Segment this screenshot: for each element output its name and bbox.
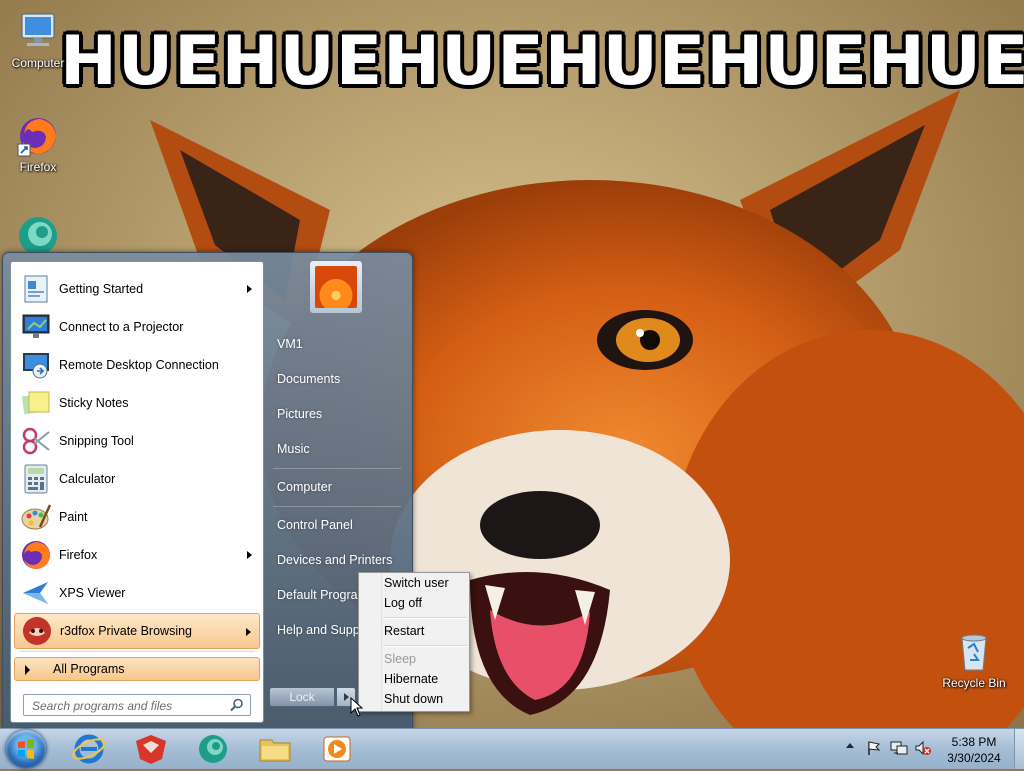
desktop-icon-firefox[interactable]: Firefox <box>2 114 74 174</box>
program-label: Calculator <box>59 472 116 486</box>
power-options-menu: Switch user Log off Restart Sleep Hibern… <box>358 572 470 712</box>
right-item-documents[interactable]: Documents <box>277 372 340 386</box>
right-item-control-panel[interactable]: Control Panel <box>277 518 353 532</box>
mouse-pointer-icon <box>350 696 364 717</box>
right-item-devices-printers[interactable]: Devices and Printers <box>277 553 392 567</box>
program-sticky-notes[interactable]: Sticky Notes <box>14 385 260 421</box>
desktop-icon-label: Firefox <box>19 160 57 174</box>
right-item-user[interactable]: VM1 <box>277 337 303 351</box>
program-label: Firefox <box>59 548 98 562</box>
search-input[interactable] <box>30 696 224 716</box>
lock-button[interactable]: Lock <box>269 687 335 707</box>
search-box[interactable] <box>23 694 251 716</box>
divider <box>273 468 401 469</box>
chevron-right-icon <box>344 693 349 701</box>
program-getting-started[interactable]: Getting Started <box>14 271 260 307</box>
desktop-icon-recycle-bin[interactable]: Recycle Bin <box>938 630 1010 690</box>
program-paint[interactable]: Paint <box>14 499 260 535</box>
right-item-music[interactable]: Music <box>277 442 310 456</box>
divider <box>383 645 467 647</box>
desktop-icon-label: Computer <box>11 56 65 70</box>
search-icon[interactable] <box>230 698 244 712</box>
show-desktop-button[interactable] <box>1014 729 1024 769</box>
divider <box>273 506 401 507</box>
internet-explorer-icon <box>72 734 106 764</box>
calculator-icon <box>20 463 52 495</box>
program-r3dfox-private[interactable]: r3dfox Private Browsing <box>14 613 260 649</box>
submenu-arrow-icon <box>247 551 252 559</box>
program-connect-projector[interactable]: Connect to a Projector <box>14 309 260 345</box>
action-center-flag-icon[interactable] <box>866 740 882 759</box>
flower-icon <box>315 266 357 308</box>
r3dfox-alt-icon <box>199 735 227 763</box>
program-label: Snipping Tool <box>59 434 134 448</box>
program-remote-desktop[interactable]: Remote Desktop Connection <box>14 347 260 383</box>
program-label: Connect to a Projector <box>59 320 184 334</box>
program-label: Getting Started <box>59 282 144 296</box>
divider <box>383 617 467 619</box>
media-player-icon <box>323 736 351 762</box>
submenu-arrow-icon <box>247 285 252 293</box>
sticky-notes-icon <box>20 387 52 419</box>
scissors-icon <box>20 425 52 457</box>
desktop-icon-label: Recycle Bin <box>942 676 1006 690</box>
meme-caption: HUEHUEHUEHUEHUEHUE? <box>60 22 1024 101</box>
program-label: Sticky Notes <box>59 396 129 410</box>
menu-item-hibernate[interactable]: Hibernate <box>384 672 438 686</box>
right-item-computer[interactable]: Computer <box>277 480 332 494</box>
program-snipping-tool[interactable]: Snipping Tool <box>14 423 260 459</box>
right-item-pictures[interactable]: Pictures <box>277 407 322 421</box>
program-label: r3dfox Private Browsing <box>60 624 193 638</box>
desktop-icon-computer[interactable]: Computer <box>2 10 74 70</box>
program-label: XPS Viewer <box>59 586 126 600</box>
taskbar-r3dfox[interactable] <box>126 731 176 767</box>
firefox-icon <box>16 114 60 158</box>
getting-started-icon <box>20 273 52 305</box>
xps-viewer-icon <box>20 577 52 609</box>
menu-item-switch-user[interactable]: Switch user <box>384 576 449 590</box>
menu-item-log-off[interactable]: Log off <box>384 596 422 610</box>
program-firefox[interactable]: Firefox <box>14 537 260 573</box>
clock-date: 3/30/2024 <box>947 751 1001 765</box>
computer-icon <box>16 10 60 54</box>
show-hidden-icons-chevron-icon[interactable] <box>846 743 854 748</box>
clock[interactable]: 5:38 PM 3/30/2024 <box>938 734 1010 766</box>
start-menu-programs-pane: Getting Started Connect to a Projector R… <box>10 261 264 723</box>
all-programs-label: All Programs <box>53 662 125 676</box>
projector-icon <box>20 311 52 343</box>
menu-item-sleep: Sleep <box>384 652 416 666</box>
taskbar-internet-explorer[interactable] <box>64 731 114 767</box>
menu-item-restart[interactable]: Restart <box>384 624 424 638</box>
start-button[interactable] <box>6 730 46 768</box>
remote-desktop-icon <box>20 349 52 381</box>
paint-palette-icon <box>20 501 52 533</box>
start-menu: Getting Started Connect to a Projector R… <box>2 252 413 730</box>
submenu-arrow-icon <box>246 628 251 636</box>
program-xps-viewer[interactable]: XPS Viewer <box>14 575 260 611</box>
all-programs-button[interactable]: All Programs <box>14 657 260 681</box>
taskbar-file-explorer[interactable] <box>250 731 300 767</box>
divider <box>19 651 255 652</box>
firefox-icon <box>20 539 52 571</box>
network-icon[interactable] <box>890 740 908 759</box>
clock-time: 5:38 PM <box>951 735 997 749</box>
folder-icon <box>259 739 291 762</box>
volume-muted-icon[interactable] <box>914 740 932 759</box>
r3dfox-icon <box>136 735 166 764</box>
program-calculator[interactable]: Calculator <box>14 461 260 497</box>
windows-logo-icon <box>18 739 34 759</box>
user-avatar[interactable] <box>309 260 363 314</box>
menu-gutter <box>359 573 382 711</box>
program-label: Paint <box>59 510 88 524</box>
all-programs-arrow-icon <box>25 665 30 675</box>
taskbar-r3dfox-alt[interactable] <box>188 731 238 767</box>
taskbar: 5:38 PM 3/30/2024 <box>0 728 1024 769</box>
r3dfox-private-icon <box>21 615 53 647</box>
program-label: Remote Desktop Connection <box>59 358 219 372</box>
taskbar-media-player[interactable] <box>312 731 362 767</box>
menu-item-shut-down[interactable]: Shut down <box>384 692 443 706</box>
recycle-bin-icon <box>952 630 996 674</box>
